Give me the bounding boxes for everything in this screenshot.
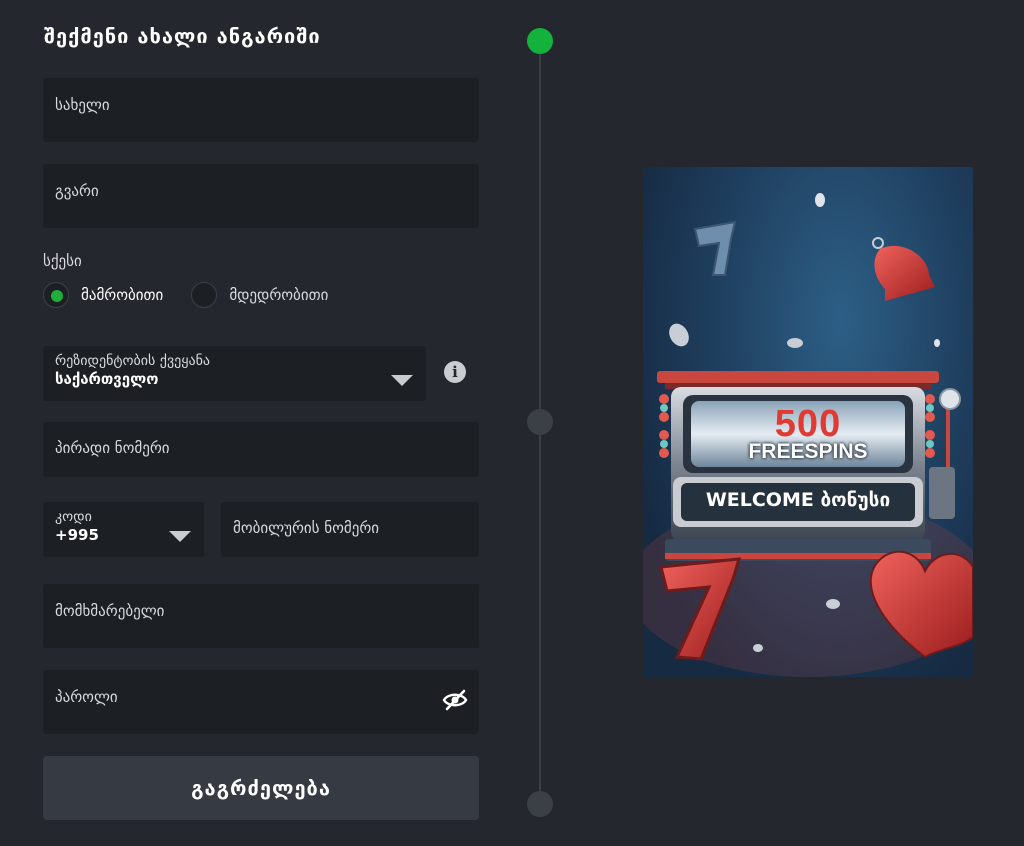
phone-code-label: კოდი bbox=[55, 509, 92, 525]
mobile-number-field[interactable]: მობილურის ნომერი bbox=[221, 502, 479, 557]
gender-label: სქესი bbox=[43, 252, 82, 270]
residence-country-select[interactable]: რეზიდენტობის ქვეყანა საქართველო bbox=[43, 346, 426, 401]
step-1-indicator bbox=[527, 28, 553, 54]
residence-country-value: საქართველო bbox=[55, 370, 159, 388]
gender-male-radio[interactable] bbox=[43, 282, 69, 308]
eye-off-icon[interactable] bbox=[442, 688, 468, 712]
step-2-indicator bbox=[527, 409, 553, 435]
mobile-number-placeholder: მობილურის ნომერი bbox=[233, 519, 380, 537]
promo-banner: 500 FREESPINS WELCOME ბონუსი bbox=[643, 167, 973, 677]
residence-country-label: რეზიდენტობის ქვეყანა bbox=[55, 353, 211, 369]
gender-radio-group: მამრობითი მდედრობითი bbox=[43, 282, 356, 308]
phone-code-value: +995 bbox=[55, 526, 99, 544]
password-field[interactable]: პაროლი bbox=[43, 670, 479, 734]
chevron-down-icon bbox=[391, 375, 413, 386]
last-name-placeholder: გვარი bbox=[55, 182, 99, 200]
username-field[interactable]: მომხმარებელი bbox=[43, 584, 479, 648]
first-name-field[interactable]: სახელი bbox=[43, 78, 479, 142]
gender-female-radio[interactable] bbox=[191, 282, 218, 308]
radio-selected-dot bbox=[51, 290, 63, 302]
continue-button[interactable]: გაგრძელება bbox=[43, 756, 479, 820]
personal-number-field[interactable]: პირადი ნომერი bbox=[43, 422, 479, 477]
personal-number-placeholder: პირადი ნომერი bbox=[55, 439, 170, 457]
username-placeholder: მომხმარებელი bbox=[55, 602, 165, 620]
promo-welcome-bonus: WELCOME ბონუსი bbox=[705, 489, 891, 511]
promo-freespins: FREESPINS bbox=[748, 440, 868, 463]
chevron-down-icon bbox=[169, 531, 191, 542]
info-icon[interactable]: i bbox=[444, 361, 466, 383]
phone-code-select[interactable]: კოდი +995 bbox=[43, 502, 204, 557]
gender-female-label[interactable]: მდედრობითი bbox=[229, 286, 328, 304]
first-name-placeholder: სახელი bbox=[55, 96, 110, 114]
step-3-indicator bbox=[527, 791, 553, 817]
page-title: შექმენი ახალი ანგარიში bbox=[44, 24, 321, 48]
password-placeholder: პაროლი bbox=[55, 688, 118, 706]
gender-male-label[interactable]: მამრობითი bbox=[81, 286, 163, 304]
last-name-field[interactable]: გვარი bbox=[43, 164, 479, 228]
